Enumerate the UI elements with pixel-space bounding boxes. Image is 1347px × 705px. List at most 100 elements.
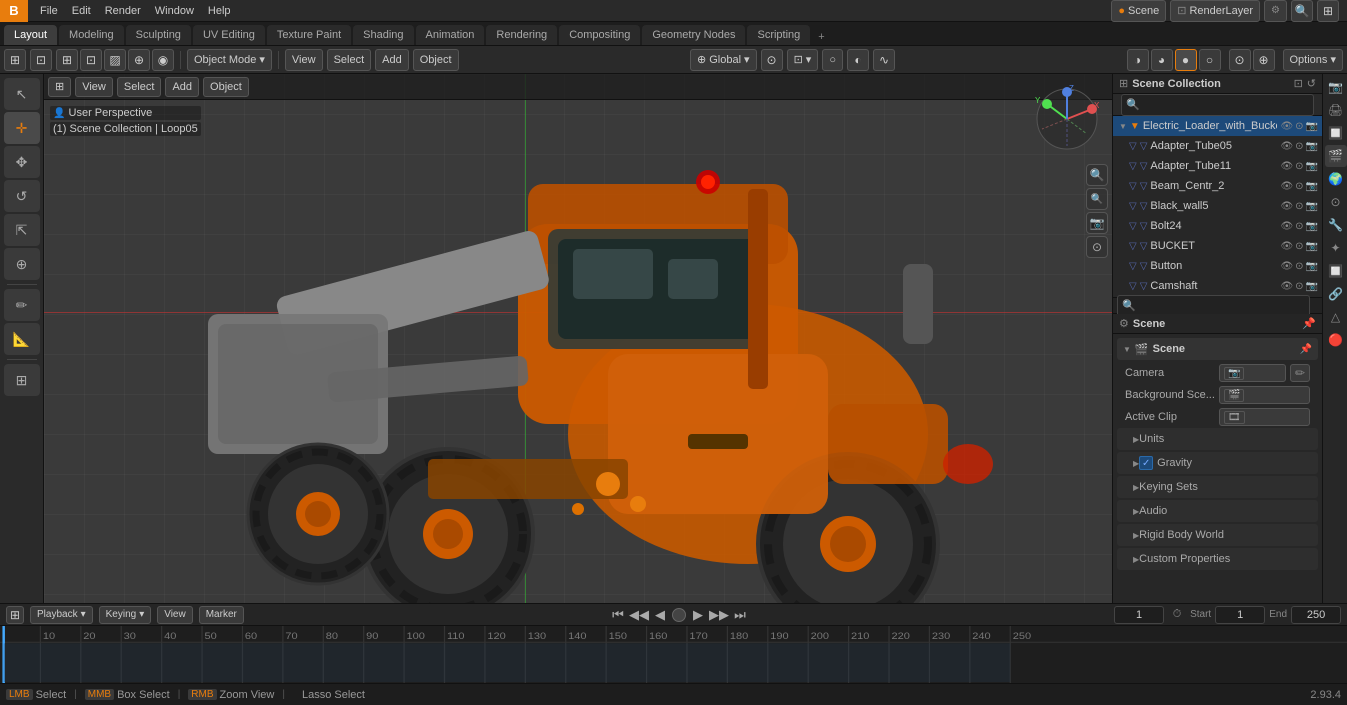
keying-menu[interactable]: Keying ▾ <box>99 606 152 624</box>
timeline-ruler-area[interactable]: 10 20 30 40 50 60 70 80 90 100 <box>0 626 1347 683</box>
props-icon-constraints[interactable]: 🔗 <box>1325 283 1347 305</box>
play-btn[interactable]: ▶ <box>689 606 707 624</box>
props-icon-physics[interactable]: 🔲 <box>1325 260 1347 282</box>
icon-grid4[interactable]: ⊕ <box>128 49 150 71</box>
jump-fwd-btn[interactable]: ▶▶ <box>710 606 728 624</box>
props-pin-icon[interactable]: 📌 <box>1302 317 1316 330</box>
render-layer-selector[interactable]: ⊡ RenderLayer <box>1170 0 1260 22</box>
tool-scale[interactable]: ⇱ <box>4 214 40 246</box>
vis-icon[interactable]: 👁 <box>1280 241 1293 252</box>
pivot-point-btn[interactable]: ⊙ <box>761 49 783 71</box>
object-menu[interactable]: Object <box>413 49 459 71</box>
search-everything-btn[interactable]: 🔍 <box>1291 0 1313 22</box>
outliner-sync-icon[interactable]: ↺ <box>1307 77 1316 90</box>
tab-animation[interactable]: Animation <box>416 25 485 45</box>
editor-type-vp-btn[interactable]: ⊞ <box>48 77 71 97</box>
select-menu[interactable]: Select <box>327 49 372 71</box>
sel-icon[interactable]: ⊙ <box>1295 281 1303 292</box>
outliner-item[interactable]: ▽ ▽ Black_wall5 👁 ⊙ 📷 <box>1113 196 1322 216</box>
editor-type-btn[interactable]: ⊞ <box>4 49 26 71</box>
shading-wireframe[interactable]: ○ <box>1199 49 1221 71</box>
props-icon-particles[interactable]: ✦ <box>1325 237 1347 259</box>
menu-help[interactable]: Help <box>202 4 237 18</box>
tab-shading[interactable]: Shading <box>353 25 413 45</box>
add-workspace-tab[interactable]: + <box>812 29 830 45</box>
render-icon[interactable]: 📷 <box>1306 141 1318 152</box>
editor-type-btn2[interactable]: ⊡ <box>30 49 52 71</box>
camera-value[interactable]: 📷 <box>1219 364 1286 382</box>
props-icon-data[interactable]: △ <box>1325 306 1347 328</box>
outliner-item[interactable]: ▼ Electric_Loader_with_Bucket 👁 ⊙ 📷 <box>1113 116 1322 136</box>
viewport-gizmo[interactable]: X Y Z <box>1032 84 1102 154</box>
outliner-search-input[interactable] <box>1121 94 1314 116</box>
outliner-item[interactable]: ▽ ▽ Adapter_Tube05 👁 ⊙ 📷 <box>1113 136 1322 156</box>
outliner-item[interactable]: ▽ ▽ BUCKET 👁 ⊙ 📷 <box>1113 236 1322 256</box>
options-btn[interactable]: ⚙ <box>1264 0 1287 22</box>
overlay-btn[interactable]: ⊙ <box>1229 49 1251 71</box>
render-icon[interactable]: 📷 <box>1306 201 1318 212</box>
gravity-checkbox[interactable]: ✓ <box>1139 456 1153 470</box>
render-icon[interactable]: 📷 <box>1306 261 1318 272</box>
sel-icon[interactable]: ⊙ <box>1295 221 1303 232</box>
tool-move[interactable]: ✥ <box>4 146 40 178</box>
tab-compositing[interactable]: Compositing <box>559 25 640 45</box>
menu-file[interactable]: File <box>34 4 64 18</box>
scene-pin[interactable]: 📌 <box>1300 344 1312 355</box>
sel-icon[interactable]: ⊙ <box>1295 181 1303 192</box>
sel-icon[interactable]: ⊙ <box>1295 261 1303 272</box>
snap-btn[interactable]: ⊡ ▾ <box>787 49 819 71</box>
toggle2[interactable]: ∿ <box>873 49 895 71</box>
shading-rendered[interactable]: ● <box>1175 49 1197 71</box>
marker-menu[interactable]: Marker <box>199 606 244 624</box>
transform-orientations[interactable]: ⊕ Global ▾ <box>690 49 757 71</box>
keying-sets-section[interactable]: Keying Sets <box>1117 476 1318 498</box>
props-icon-scene[interactable]: 🎬 <box>1325 145 1347 167</box>
start-frame-display[interactable]: 1 <box>1215 606 1265 624</box>
use-preview-range-btn[interactable]: ⏱ <box>1168 606 1186 624</box>
scene-section-header[interactable]: 🎬 Scene 📌 <box>1117 338 1318 360</box>
vis-icon[interactable]: 👁 <box>1280 201 1293 212</box>
add-menu[interactable]: Add <box>375 49 409 71</box>
vis-icon[interactable]: 👁 <box>1280 221 1293 232</box>
menu-edit[interactable]: Edit <box>66 4 97 18</box>
zoom-in-btn[interactable]: 🔍 <box>1086 164 1108 186</box>
camera-pick-btn[interactable]: ✏ <box>1290 364 1310 382</box>
units-section[interactable]: Units <box>1117 428 1318 450</box>
render-icon[interactable]: 📷 <box>1306 221 1318 232</box>
rigid-body-section[interactable]: Rigid Body World <box>1117 524 1318 546</box>
filter-btn[interactable]: ⊞ <box>1317 0 1339 22</box>
tool-cursor[interactable]: ✛ <box>4 112 40 144</box>
timeline-editor-type[interactable]: ⊞ <box>6 606 24 624</box>
props-icon-view[interactable]: 🔲 <box>1325 122 1347 144</box>
tool-select[interactable]: ↖ <box>4 78 40 110</box>
outliner-item[interactable]: ▽ ▽ Bolt24 👁 ⊙ 📷 <box>1113 216 1322 236</box>
outliner-item[interactable]: ▽ ▽ Camshaft 👁 ⊙ 📷 <box>1113 276 1322 296</box>
object-mode-btn[interactable]: Object Mode ▾ <box>187 49 272 71</box>
outliner-filter-icon[interactable]: ⊡ <box>1294 77 1303 90</box>
sel-icon[interactable]: ⊙ <box>1295 141 1303 152</box>
tab-sculpting[interactable]: Sculpting <box>126 25 191 45</box>
tab-scripting[interactable]: Scripting <box>747 25 810 45</box>
active-clip-value[interactable]: 🎞 <box>1219 408 1310 426</box>
render-icon[interactable]: 📷 <box>1306 121 1318 132</box>
zoom-out-btn[interactable]: 🔍 <box>1086 188 1108 210</box>
tool-annotate[interactable]: ✏ <box>4 289 40 321</box>
outliner-item[interactable]: ▽ ▽ Beam_Centr_2 👁 ⊙ 📷 <box>1113 176 1322 196</box>
end-frame-display[interactable]: 250 <box>1291 606 1341 624</box>
proportional-edit-btn[interactable]: ○ <box>822 49 843 71</box>
tool-transform[interactable]: ⊕ <box>4 248 40 280</box>
render-icon[interactable]: 📷 <box>1306 161 1318 172</box>
props-icon-material[interactable]: 🔴 <box>1325 329 1347 351</box>
record-btn[interactable] <box>672 608 686 622</box>
tab-uv-editing[interactable]: UV Editing <box>193 25 265 45</box>
jump-to-start-btn[interactable]: ⏮ <box>609 606 627 624</box>
gizmo-btn[interactable]: ⊕ <box>1253 49 1275 71</box>
view-menu[interactable]: View <box>285 49 323 71</box>
gravity-section[interactable]: ✓ Gravity <box>1117 452 1318 474</box>
vis-icon[interactable]: 👁 <box>1280 141 1293 152</box>
sel-icon[interactable]: ⊙ <box>1295 241 1303 252</box>
outliner-item[interactable]: ▽ ▽ Button 👁 ⊙ 📷 <box>1113 256 1322 276</box>
render-icon[interactable]: 📷 <box>1306 241 1318 252</box>
sel-icon[interactable]: ⊙ <box>1295 161 1303 172</box>
options-dropdown[interactable]: Options ▾ <box>1283 49 1344 71</box>
